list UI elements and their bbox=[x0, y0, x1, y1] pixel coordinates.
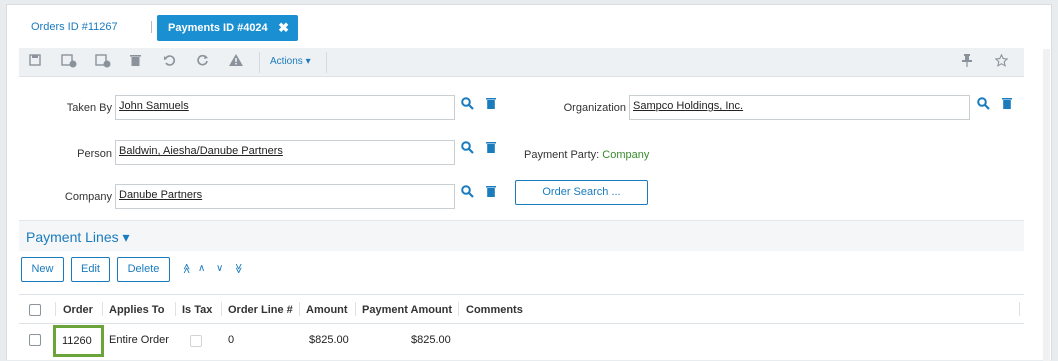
column-comments[interactable]: Comments bbox=[466, 304, 523, 316]
trash-icon[interactable] bbox=[486, 185, 498, 199]
save-icon[interactable] bbox=[27, 54, 43, 70]
amount-cell: $825.00 bbox=[309, 334, 349, 346]
tab-orders[interactable]: Orders ID #11267 bbox=[31, 21, 118, 33]
tab-payments-label: Payments ID #4024 bbox=[168, 22, 268, 34]
column-separator bbox=[458, 302, 459, 316]
main-frame: Orders ID #11267 Payments ID #4024 ✖ Act… bbox=[6, 4, 1052, 361]
taken-by-label: Taken By bbox=[66, 102, 112, 114]
star-icon[interactable] bbox=[993, 53, 1009, 70]
column-amount[interactable]: Amount bbox=[306, 304, 348, 316]
column-order-line[interactable]: Order Line # bbox=[228, 304, 293, 316]
company-field[interactable]: Danube Partners bbox=[115, 184, 455, 209]
column-separator bbox=[299, 302, 300, 316]
search-icon[interactable] bbox=[461, 141, 475, 155]
row-checkbox[interactable] bbox=[29, 334, 41, 346]
delete-icon[interactable] bbox=[127, 54, 143, 70]
column-separator bbox=[175, 302, 176, 316]
column-is-tax[interactable]: Is Tax bbox=[182, 304, 212, 316]
order-cell-selected[interactable]: 11260 bbox=[53, 325, 104, 357]
organization-label: Organization bbox=[563, 102, 626, 114]
warning-icon[interactable] bbox=[228, 54, 244, 70]
new-button[interactable]: New bbox=[21, 257, 64, 282]
edit-button[interactable]: Edit bbox=[71, 257, 110, 282]
search-icon[interactable] bbox=[461, 185, 475, 199]
order-line-cell: 0 bbox=[228, 334, 235, 346]
column-applies-to[interactable]: Applies To bbox=[109, 304, 164, 316]
grid-header: Order Applies To Is Tax Order Line # Amo… bbox=[19, 294, 1024, 324]
column-order[interactable]: Order bbox=[63, 304, 93, 316]
toolbar-divider bbox=[326, 52, 327, 73]
delete-button[interactable]: Delete bbox=[117, 257, 170, 282]
search-icon[interactable] bbox=[461, 97, 475, 111]
move-down-icon[interactable]: ∨ bbox=[216, 263, 223, 274]
trash-icon[interactable] bbox=[486, 97, 498, 111]
tab-payments[interactable]: Payments ID #4024 ✖ bbox=[157, 15, 298, 41]
taken-by-field[interactable]: John Samuels bbox=[115, 95, 455, 120]
is-tax-checkbox bbox=[190, 335, 202, 347]
column-separator bbox=[1019, 302, 1020, 316]
tab-strip: Orders ID #11267 Payments ID #4024 ✖ bbox=[7, 5, 1051, 45]
toolbar: Actions ▾ bbox=[19, 48, 1024, 77]
order-search-button[interactable]: Order Search ... bbox=[515, 180, 648, 205]
column-separator bbox=[102, 302, 103, 316]
payment-lines-header: Payment Lines ▾ bbox=[19, 220, 1024, 251]
applies-to-cell: Entire Order bbox=[109, 334, 169, 346]
payment-lines-title[interactable]: Payment Lines ▾ bbox=[26, 229, 130, 246]
column-separator bbox=[221, 302, 222, 316]
refresh-icon[interactable] bbox=[194, 54, 210, 70]
save-close-icon[interactable] bbox=[61, 54, 77, 70]
trash-icon[interactable] bbox=[1002, 97, 1014, 111]
person-label: Person bbox=[77, 148, 112, 160]
search-icon[interactable] bbox=[977, 97, 991, 111]
toolbar-divider bbox=[259, 52, 260, 73]
trash-icon[interactable] bbox=[486, 141, 498, 155]
move-top-icon[interactable]: ≪ bbox=[181, 263, 192, 273]
scrollbar[interactable] bbox=[1043, 49, 1050, 361]
actions-menu[interactable]: Actions ▾ bbox=[270, 56, 311, 67]
save-new-icon[interactable] bbox=[95, 54, 111, 70]
select-all-checkbox[interactable] bbox=[29, 304, 41, 316]
close-icon[interactable]: ✖ bbox=[278, 20, 289, 36]
column-separator bbox=[355, 302, 356, 316]
undo-icon[interactable] bbox=[161, 54, 177, 70]
move-bottom-icon[interactable]: ≫ bbox=[233, 263, 244, 273]
person-field[interactable]: Baldwin, Aiesha/Danube Partners bbox=[115, 140, 455, 165]
payment-amount-cell: $825.00 bbox=[411, 334, 451, 346]
company-label: Company bbox=[64, 191, 112, 203]
payment-party-value: Company bbox=[602, 149, 650, 161]
table-row[interactable]: 11260 Entire Order 0 $825.00 $825.00 bbox=[19, 324, 1024, 361]
move-up-icon[interactable]: ∧ bbox=[198, 263, 205, 274]
organization-field[interactable]: Sampco Holdings, Inc. bbox=[629, 95, 970, 120]
column-payment-amount[interactable]: Payment Amount bbox=[362, 304, 452, 316]
payment-party: Payment Party: Company bbox=[524, 149, 649, 161]
pin-icon[interactable] bbox=[959, 54, 975, 70]
column-separator bbox=[55, 302, 56, 316]
payment-party-label: Payment Party: bbox=[524, 149, 600, 161]
tab-separator bbox=[151, 21, 152, 33]
